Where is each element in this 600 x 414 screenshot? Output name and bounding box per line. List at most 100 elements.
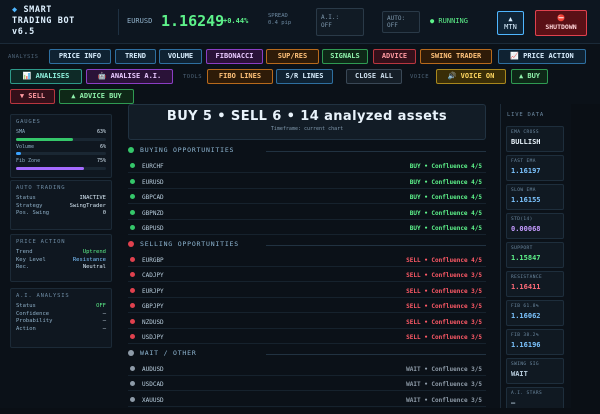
mtn-arrow-icon: ▲ — [508, 15, 513, 23]
asset-signal: SELL • Confluence 3/5 — [406, 334, 482, 341]
logo-title: SMART — [23, 5, 53, 15]
volume-button[interactable]: VOLUME — [159, 49, 202, 64]
gauge-row: SMA 63% — [16, 129, 106, 137]
section-divider — [266, 244, 486, 246]
asset-signal: BUY • Confluence 4/5 — [409, 225, 482, 232]
metric-label: SUPPORT — [511, 246, 533, 251]
sup-res-button[interactable]: SUP/RES — [266, 49, 319, 64]
analise-ai-button[interactable]: 🤖 ANALISE A.I. — [86, 69, 173, 84]
asset-row[interactable]: GBPNZD BUY • Confluence 4/5 — [128, 207, 486, 220]
shutdown-icon: ⛔ — [556, 14, 566, 22]
info-key: Strategy — [16, 202, 43, 209]
asset-symbol: EURUSD — [142, 178, 164, 186]
asset-row[interactable]: EURUSD BUY • Confluence 4/5 — [128, 176, 486, 189]
sell-button[interactable]: ▼ SELL — [10, 89, 55, 104]
current-price: 1.16249 — [161, 12, 225, 30]
gauge-bar — [16, 152, 106, 155]
asset-symbol: EURCHF — [142, 163, 164, 170]
info-row: Pos. Swing 0 — [16, 210, 106, 218]
mtn-label: MTN — [504, 23, 517, 31]
asset-signal: BUY • Confluence 4/5 — [409, 178, 482, 186]
asset-symbol: GBPCAD — [142, 194, 164, 201]
analysis-toolbar: ANALYSIS PRICE INFO TREND VOLUME FIBONAC… — [0, 46, 600, 68]
asset-row[interactable]: USDJPY SELL • Confluence 3/5 — [128, 331, 486, 344]
asset-row[interactable]: GBPUSD BUY • Confluence 4/5 — [128, 222, 486, 235]
buy-button[interactable]: ▲ BUY — [511, 69, 548, 84]
auto-toggle[interactable]: AUTO: OFF — [382, 11, 420, 33]
price-action-card: PRICE ACTION Trend Uptrend Key Level Resist… — [10, 234, 112, 282]
price-info-button[interactable]: PRICE INFO — [49, 49, 111, 64]
section-header: WAIT / OTHER — [128, 349, 486, 361]
auto-trading-card: AUTO TRADING Status INACTIVE Strategy Swing… — [10, 180, 112, 230]
asset-row[interactable]: CADJPY SELL • Confluence 3/5 — [128, 269, 486, 282]
section-title: WAIT / OTHER — [140, 348, 197, 357]
gauge-bar — [16, 137, 106, 141]
advice-buy-button[interactable]: ▲ ADVICE BUY — [59, 89, 134, 104]
asset-symbol: NZDUSD — [142, 318, 164, 326]
asset-row[interactable]: GBPJPY SELL • Confluence 3/5 — [128, 300, 486, 313]
metric-label: FAST EMA — [511, 159, 536, 164]
gauge-label: Volume — [16, 143, 35, 150]
swing-trader-button[interactable]: SWING TRADER — [420, 49, 492, 64]
asset-signal: WAIT • Confluence 3/5 — [406, 381, 482, 388]
gauge-item: Volume 6% — [16, 143, 106, 155]
fibo-lines-button[interactable]: FIBO LINES — [207, 69, 273, 84]
info-key: Rec. — [16, 264, 30, 270]
info-row: Status OFF — [16, 303, 106, 311]
ai-toggle[interactable]: A.I.: OFF — [316, 8, 364, 36]
asset-status-dot-icon — [130, 287, 135, 293]
metric-label: SLOW EMA — [511, 188, 536, 193]
close-all-button[interactable]: CLOSE ALL — [346, 69, 402, 84]
advice-button[interactable]: ADVICE — [373, 49, 416, 64]
gauge-fill — [16, 166, 84, 170]
live-data-panel: LIVE DATA EMA CROSS BULLISH FAST EMA 1.1619… — [500, 104, 600, 414]
mtn-button[interactable]: ▲ MTN — [497, 11, 524, 35]
asset-row[interactable]: NZDUSD SELL • Confluence 3/5 — [128, 316, 486, 329]
auto-trading-list: Status INACTIVE Strategy SwingTrader Pos. Sw… — [16, 195, 106, 218]
gauge-label: SMA — [16, 129, 26, 135]
section-title: SELLING OPPORTUNITIES — [140, 239, 239, 248]
spread-label: SPREAD — [268, 13, 288, 19]
asset-status-dot-icon — [130, 303, 135, 308]
left-panel: GAUGES SMA 63% Volume 6% Fib Zone 75% AUTO TR… — [10, 112, 112, 414]
asset-row[interactable]: XAUUSD WAIT • Confluence 3/5 — [128, 394, 486, 407]
asset-row[interactable]: USDCAD WAIT • Confluence 3/5 — [128, 378, 486, 391]
info-value: — — [102, 325, 106, 332]
asset-status-dot-icon — [130, 225, 135, 230]
metric-card: FIB 61.8% 1.16062 — [506, 300, 564, 326]
live-data-title: LIVE DATA — [507, 112, 545, 118]
asset-symbol: EURJPY — [142, 287, 164, 295]
opportunities-panel: BUY 5 • SELL 6 • 14 analyzed assets Time… — [120, 104, 494, 414]
asset-row[interactable]: EURCHF BUY • Confluence 4/5 — [128, 160, 486, 173]
price-change: +0.44% — [223, 17, 249, 25]
voice-on-button[interactable]: 🔊 VOICE ON — [436, 69, 506, 84]
shutdown-button[interactable]: ⛔ SHUTDOWN — [535, 10, 587, 36]
price-action-button[interactable]: 📈 PRICE ACTION — [498, 49, 586, 64]
metric-card: STD(14) 0.00068 — [506, 213, 564, 239]
signals-button[interactable]: SIGNALS — [322, 49, 368, 64]
metric-card: SUPPORT 1.15847 — [506, 242, 564, 268]
metric-value: 1.16411 — [511, 283, 541, 291]
asset-row[interactable]: GBPCAD BUY • Confluence 4/5 — [128, 191, 486, 204]
asset-symbol: USDCAD — [142, 381, 164, 388]
asset-signal: WAIT • Confluence 3/5 — [406, 396, 482, 404]
info-key: Probability — [16, 318, 53, 324]
asset-row[interactable]: EURGBP SELL • Confluence 4/5 — [128, 254, 486, 267]
asset-row[interactable]: AUDUSD WAIT • Confluence 3/5 — [128, 363, 486, 376]
trend-button[interactable]: TREND — [115, 49, 156, 64]
timeframe-text: Timeframe: current chart — [270, 126, 344, 132]
spread-value: 0.4 pip — [268, 20, 292, 26]
section-dot-icon — [128, 240, 134, 247]
sr-lines-button[interactable]: S/R LINES — [276, 69, 333, 84]
metric-value: 1.15847 — [511, 254, 541, 262]
fibonacci-button[interactable]: FIBONACCI — [206, 49, 263, 64]
analises-button[interactable]: 📊 ANALISES — [10, 69, 82, 84]
info-key: Status — [16, 195, 36, 201]
tools-toolbar: 📊 ANALISES 🤖 ANALISE A.I. TOOLS FIBO LIN… — [0, 66, 600, 88]
asset-signal: SELL • Confluence 3/5 — [406, 287, 482, 295]
info-key: Trend — [16, 249, 33, 255]
section-dot-icon — [128, 147, 134, 153]
asset-row[interactable]: EURJPY SELL • Confluence 3/5 — [128, 285, 486, 298]
analysis-row-label: ANALYSIS — [8, 54, 39, 60]
ai-toggle-value: OFF — [321, 22, 332, 29]
